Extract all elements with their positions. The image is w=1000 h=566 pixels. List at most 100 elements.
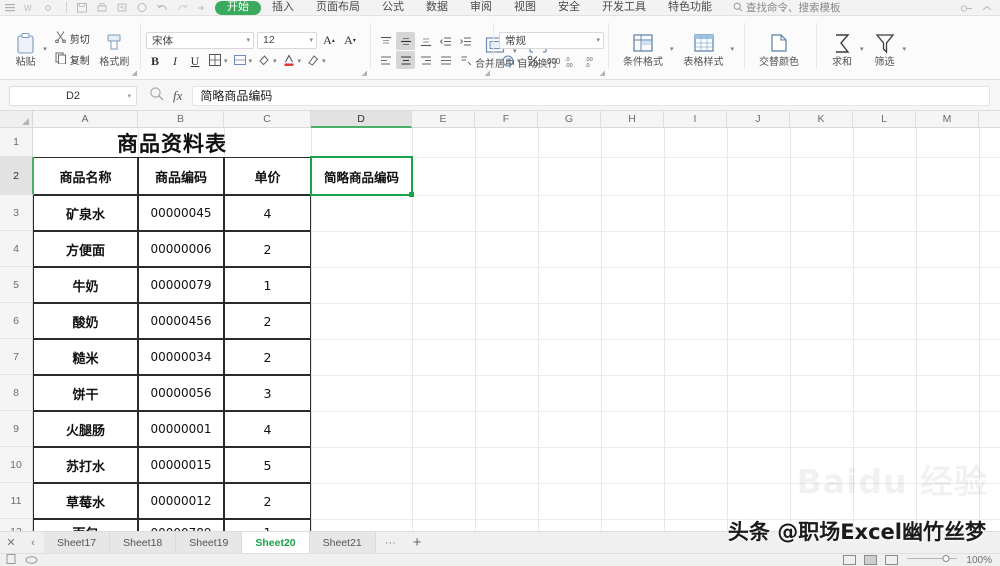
table-cell-name[interactable]: 糙米 <box>33 339 138 375</box>
text-orientation-button[interactable] <box>456 51 475 69</box>
tab-data[interactable]: 数据 <box>415 1 459 15</box>
column-header-j[interactable]: J <box>727 111 790 127</box>
row-header-8[interactable]: 8 <box>0 375 32 411</box>
column-header-a[interactable]: A <box>33 111 138 127</box>
underline-button[interactable]: U <box>186 52 204 70</box>
table-cell-name[interactable]: 方便面 <box>33 231 138 267</box>
increase-decimal-button[interactable]: .0.00 <box>564 52 582 70</box>
table-cell-name[interactable]: 矿泉水 <box>33 195 138 231</box>
alternate-color-button[interactable]: 交替颜色 <box>750 28 808 69</box>
comma-style-button[interactable]: 000 <box>544 52 562 70</box>
align-left-button[interactable] <box>376 51 395 69</box>
command-search[interactable]: 查找命令、搜索模板 <box>733 0 841 15</box>
paste-button[interactable]: 粘贴 <box>6 28 45 69</box>
table-cell-code[interactable]: 00000006 <box>138 231 224 267</box>
table-cell-price[interactable]: 2 <box>224 231 311 267</box>
table-cell-name[interactable]: 面包 <box>33 519 138 531</box>
close-sheet-icon[interactable]: ✕ <box>0 536 22 549</box>
align-justify-button[interactable] <box>436 51 455 69</box>
sheet-title-cell[interactable]: 商品资料表 <box>33 128 311 157</box>
italic-button[interactable]: I <box>166 52 184 70</box>
table-cell-code[interactable]: 00000045 <box>138 195 224 231</box>
row-header-10[interactable]: 10 <box>0 447 32 483</box>
paste-dropdown-icon[interactable]: ▾ <box>43 45 47 53</box>
autosum-button[interactable]: 求和 <box>822 28 862 69</box>
sheet-tab-sheet21[interactable]: Sheet21 <box>309 531 376 554</box>
name-box[interactable]: D2 ▾ <box>9 85 137 106</box>
menu-icon[interactable] <box>4 2 17 14</box>
highlight-button[interactable] <box>304 52 322 70</box>
row-header-7[interactable]: 7 <box>0 339 32 375</box>
number-dialog-launcher[interactable]: ◢ <box>600 69 605 77</box>
undo-icon[interactable] <box>156 2 169 14</box>
chevron-down-icon[interactable]: ▾ <box>127 92 131 100</box>
cells-area[interactable]: 商品资料表 商品名称 商品编码 单价 矿泉水 00000045 4 方便面 00000006 2 牛… <box>33 128 1000 531</box>
prev-sheet-icon[interactable]: ‹ <box>22 537 44 549</box>
merge-dropdown-icon[interactable]: ▾ <box>249 57 253 65</box>
shrink-font-button[interactable]: A ▾ <box>341 31 359 49</box>
zoom-slider[interactable] <box>906 554 958 566</box>
print-icon[interactable] <box>96 2 109 14</box>
selected-cell-d2[interactable]: 简略商品编码 <box>310 156 414 197</box>
align-right-button[interactable] <box>416 51 435 69</box>
page-layout-view-button[interactable] <box>864 555 878 565</box>
autosum-dropdown-icon[interactable]: ▾ <box>860 45 864 53</box>
spellcheck-icon[interactable] <box>136 2 149 14</box>
filter-button[interactable]: 筛选 <box>865 28 905 69</box>
row-header-1[interactable]: 1 <box>0 128 32 157</box>
copy-button[interactable]: 复制 <box>52 50 92 68</box>
sheet-tab-sheet17[interactable]: Sheet17 <box>44 531 111 554</box>
decrease-decimal-button[interactable]: .00.0 <box>584 52 602 70</box>
percent-style-button[interactable] <box>524 52 542 70</box>
column-header-k[interactable]: K <box>790 111 853 127</box>
normal-view-button[interactable] <box>843 555 857 565</box>
align-top-button[interactable] <box>376 32 395 50</box>
tab-developer-tools[interactable]: 开发工具 <box>591 1 657 15</box>
table-cell-price[interactable]: 3 <box>224 375 311 411</box>
alignment-dialog-launcher[interactable]: ◢ <box>485 69 490 77</box>
font-size-combo[interactable]: 12 ▾ <box>257 31 317 49</box>
column-header-n[interactable]: N <box>979 111 1000 127</box>
table-header-cell[interactable]: 商品编码 <box>138 157 224 195</box>
table-cell-price[interactable]: 2 <box>224 483 311 519</box>
sheet-more-icon[interactable]: ··· <box>376 537 405 549</box>
font-dialog-launcher[interactable]: ◢ <box>362 69 367 77</box>
fill-color-button[interactable] <box>255 52 273 70</box>
tab-view[interactable]: 视图 <box>503 1 547 15</box>
sheet-tab-sheet19[interactable]: Sheet19 <box>176 531 243 554</box>
bold-button[interactable]: B <box>146 52 164 70</box>
tab-formula[interactable]: 公式 <box>371 1 415 15</box>
tab-insert[interactable]: 插入 <box>261 1 305 15</box>
column-header-f[interactable]: F <box>475 111 538 127</box>
column-header-d[interactable]: D <box>311 111 412 128</box>
cut-button[interactable]: 剪切 <box>52 29 92 47</box>
align-bottom-button[interactable] <box>416 32 435 50</box>
column-header-c[interactable]: C <box>224 111 311 127</box>
table-cell-code[interactable]: 00000056 <box>138 375 224 411</box>
sheet-tab-sheet20[interactable]: Sheet20 <box>242 531 310 554</box>
grow-font-button[interactable]: A ▴ <box>320 31 338 49</box>
tab-review[interactable]: 审阅 <box>459 1 503 15</box>
tab-page-layout[interactable]: 页面布局 <box>305 1 371 15</box>
table-cell-name[interactable]: 草莓水 <box>33 483 138 519</box>
collapse-ribbon-icon[interactable] <box>981 3 994 15</box>
row-header-2[interactable]: 2 <box>0 157 34 195</box>
more-commands-icon[interactable] <box>196 2 209 14</box>
zoom-level-label[interactable]: 100% <box>966 555 992 566</box>
table-cell-code[interactable]: 00000456 <box>138 303 224 339</box>
row-header-12[interactable]: 12 <box>0 519 32 531</box>
insert-function-search-icon[interactable] <box>149 86 164 106</box>
table-style-button[interactable]: 表格样式 <box>675 28 733 69</box>
currency-dropdown-icon[interactable]: ▾ <box>517 57 521 65</box>
row-header-11[interactable]: 11 <box>0 483 32 519</box>
table-cell-price[interactable]: 4 <box>224 411 311 447</box>
table-cell-code[interactable]: 00000015 <box>138 447 224 483</box>
table-cell-code[interactable]: 00000012 <box>138 483 224 519</box>
add-sheet-button[interactable]: + <box>405 534 430 551</box>
column-header-e[interactable]: E <box>412 111 475 127</box>
merge-cells-button[interactable] <box>231 52 249 70</box>
column-header-m[interactable]: M <box>916 111 979 127</box>
highlight-dropdown-icon[interactable]: ▾ <box>322 57 326 65</box>
column-header-l[interactable]: L <box>853 111 916 127</box>
table-cell-code[interactable]: 00000789 <box>138 519 224 531</box>
